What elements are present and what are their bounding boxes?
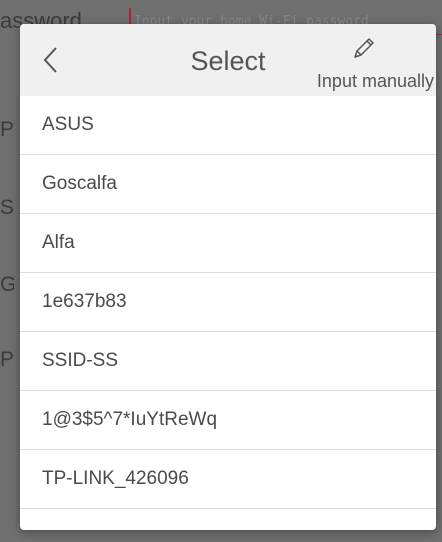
dialog-header: Select Input manually (20, 24, 436, 96)
network-item[interactable]: TP-LINK_426096 (20, 450, 436, 509)
input-manually-button[interactable]: Input manually (298, 32, 434, 94)
network-item[interactable]: SSID-SS (20, 332, 436, 391)
input-manually-label: Input manually (316, 71, 434, 91)
background-label-fragment: G (0, 273, 14, 296)
network-item[interactable]: 1e637b83 (20, 273, 436, 332)
network-list: ASUS Goscalfa Alfa 1e637b83 SSID-SS 1@3$… (20, 96, 436, 530)
network-item[interactable]: 1@3$5^7*IuYtReWq (20, 391, 436, 450)
background-label-fragment: P (0, 348, 14, 371)
select-network-dialog: Select Input manually ASUS Goscalfa Alfa… (20, 24, 436, 530)
network-item[interactable]: Alfa (20, 214, 436, 273)
network-item[interactable]: Goscalfa (20, 155, 436, 214)
network-item[interactable]: ASUS (20, 96, 436, 155)
background-label-fragment: S (0, 196, 14, 219)
network-item[interactable] (20, 509, 436, 530)
pencil-icon (354, 38, 374, 58)
background-label-fragment: P (0, 118, 14, 141)
